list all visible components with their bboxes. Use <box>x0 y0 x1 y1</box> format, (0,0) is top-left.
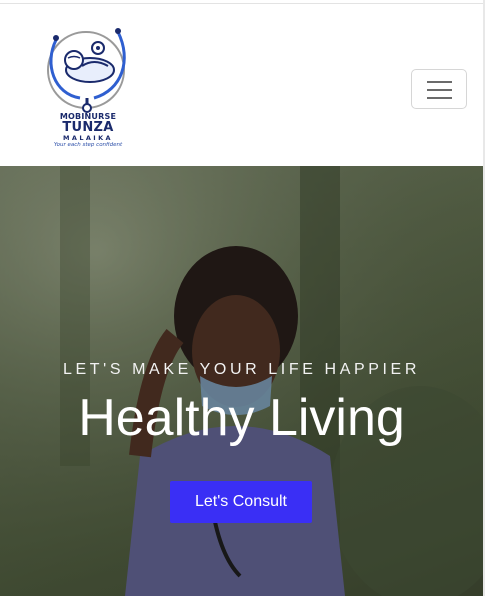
stethoscope-baby-logo-icon <box>47 28 126 113</box>
navbar-toggler-button[interactable] <box>411 69 467 109</box>
hero-banner: LET'S MAKE YOUR LIFE HAPPIER Healthy Liv… <box>0 166 483 596</box>
brand-text: MOBINURSE TUNZA MALAIKA Your each step c… <box>42 112 134 149</box>
brand-name-line2: TUNZA <box>62 120 114 135</box>
navbar: MOBINURSE TUNZA MALAIKA Your each step c… <box>0 4 485 166</box>
brand-tagline: Your each step confident <box>53 142 123 148</box>
hero-title: Healthy Living <box>78 389 405 447</box>
hero-overlay <box>0 166 483 596</box>
brand-name-line3: MALAIKA <box>63 134 113 142</box>
hero-subtitle: LET'S MAKE YOUR LIFE HAPPIER <box>63 361 420 378</box>
lets-consult-button[interactable]: Let's Consult <box>170 481 312 523</box>
brand-logo-link[interactable]: MOBINURSE TUNZA MALAIKA Your each step c… <box>42 24 134 152</box>
